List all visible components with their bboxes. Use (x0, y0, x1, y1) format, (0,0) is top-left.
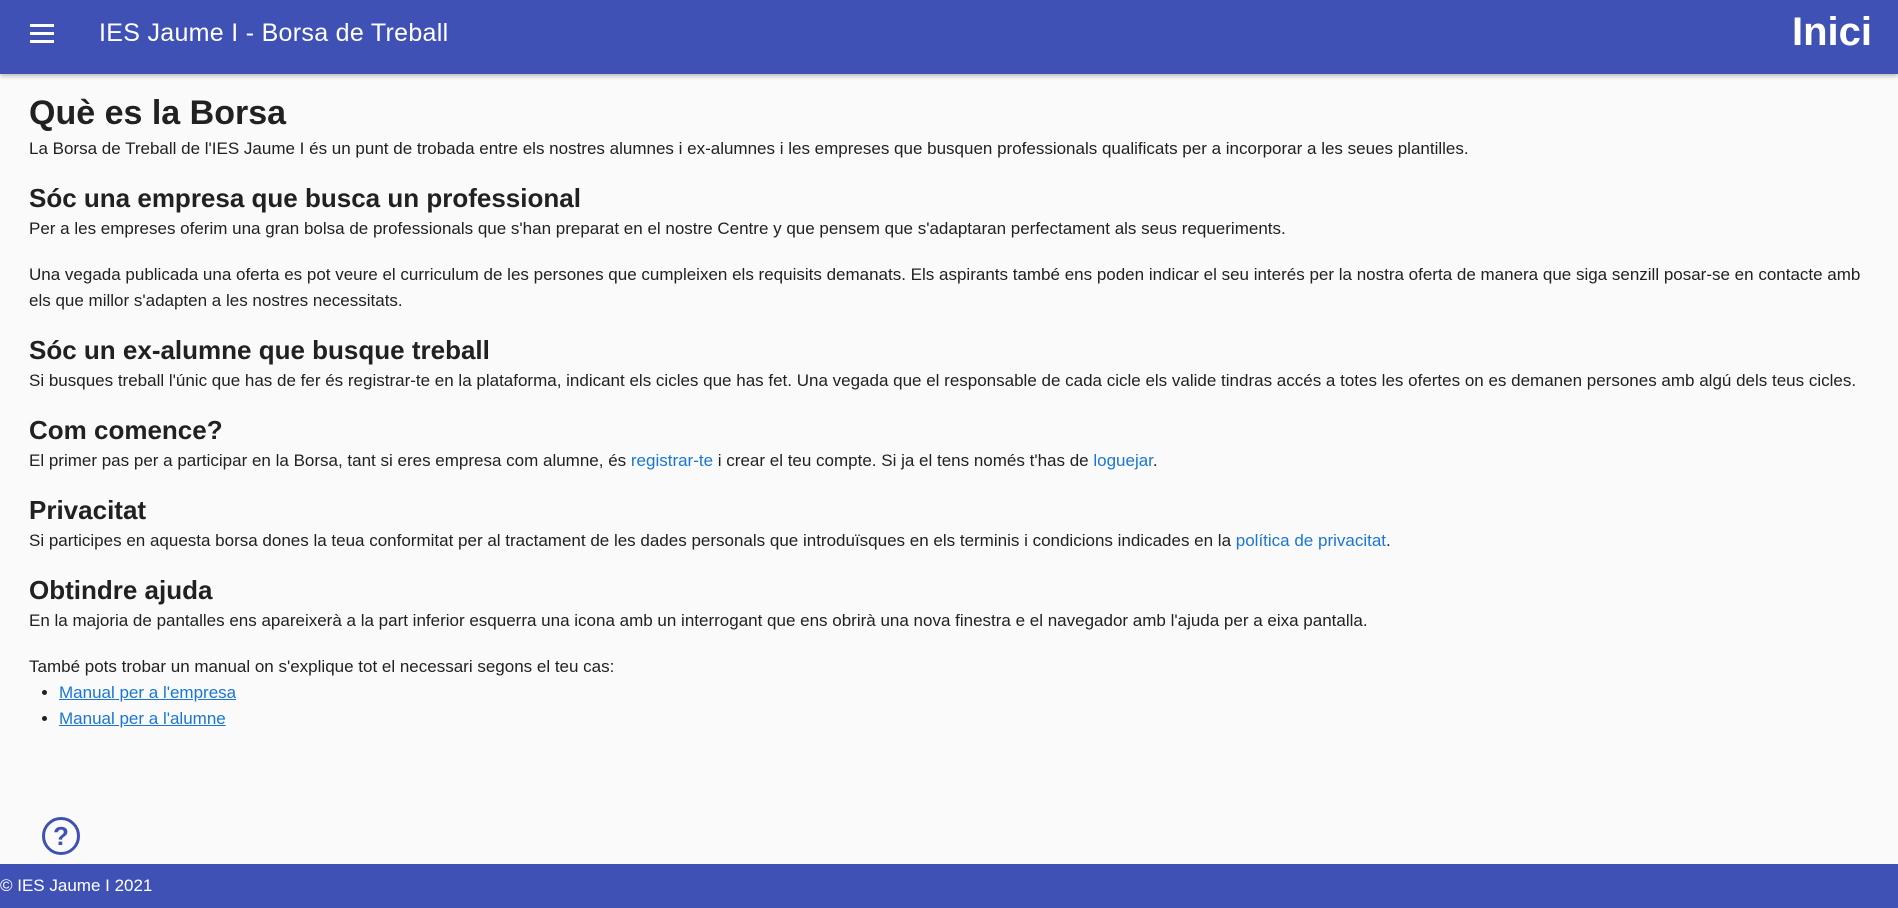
main-content: Què es la Borsa La Borsa de Treball de l… (29, 74, 1874, 732)
list-item: Manual per a l'empresa (59, 680, 1874, 706)
company-manual-link[interactable]: Manual per a l'empresa (59, 683, 236, 702)
app-title: IES Jaume I - Borsa de Treball (99, 19, 449, 47)
privacy-policy-link[interactable]: política de privacitat (1236, 531, 1386, 550)
list-item: Manual per a l'alumne (59, 706, 1874, 732)
privacy-text-part-1: Si participes en aquesta borsa dones la … (29, 531, 1236, 550)
start-text-part-3: . (1152, 451, 1158, 470)
section-heading-alumni: Sóc un ex-alumne que busque treball (29, 335, 490, 365)
section-heading-company: Sóc una empresa que busca un professiona… (29, 183, 581, 213)
help-text-2: També pots trobar un manual on s'expliqu… (29, 657, 615, 676)
start-text-part-1: El primer pas per a participar en la Bor… (29, 451, 631, 470)
privacy-text-part-2: . (1386, 531, 1391, 550)
section-heading-help: Obtindre ajuda (29, 575, 213, 605)
help-icon[interactable]: ? (42, 817, 80, 855)
section-heading-privacy: Privacitat (29, 495, 147, 525)
privacy-text: Si participes en aquesta borsa dones la … (29, 528, 1874, 554)
start-text: El primer pas per a participar en la Bor… (29, 448, 1874, 474)
help-text-1: En la majoria de pantalles ens apareixer… (29, 611, 1368, 630)
what-is-text: La Borsa de Treball de l'IES Jaume I és … (29, 139, 1469, 158)
register-link[interactable]: registrar-te (631, 451, 713, 470)
company-text-2: Una vegada publicada una oferta es pot v… (29, 265, 1861, 310)
login-link[interactable]: loguejar (1093, 451, 1153, 470)
section-heading-what-is: Què es la Borsa (29, 94, 287, 132)
start-text-part-2: i crear el teu compte. Si ja el tens nom… (713, 451, 1094, 470)
footer-copyright: © IES Jaume I 2021 (0, 876, 153, 895)
company-text-1: Per a les empreses oferim una gran bolsa… (29, 219, 1286, 238)
section-heading-start: Com comence? (29, 415, 223, 445)
home-link[interactable]: Inici (1792, 10, 1872, 55)
top-app-bar: IES Jaume I - Borsa de Treball Inici (0, 0, 1898, 74)
student-manual-link[interactable]: Manual per a l'alumne (59, 709, 226, 728)
manuals-list: Manual per a l'empresa Manual per a l'al… (29, 680, 1874, 732)
footer: © IES Jaume I 2021 (0, 864, 1898, 908)
menu-icon[interactable] (28, 24, 56, 48)
alumni-text: Si busques treball l'únic que has de fer… (29, 371, 1857, 390)
